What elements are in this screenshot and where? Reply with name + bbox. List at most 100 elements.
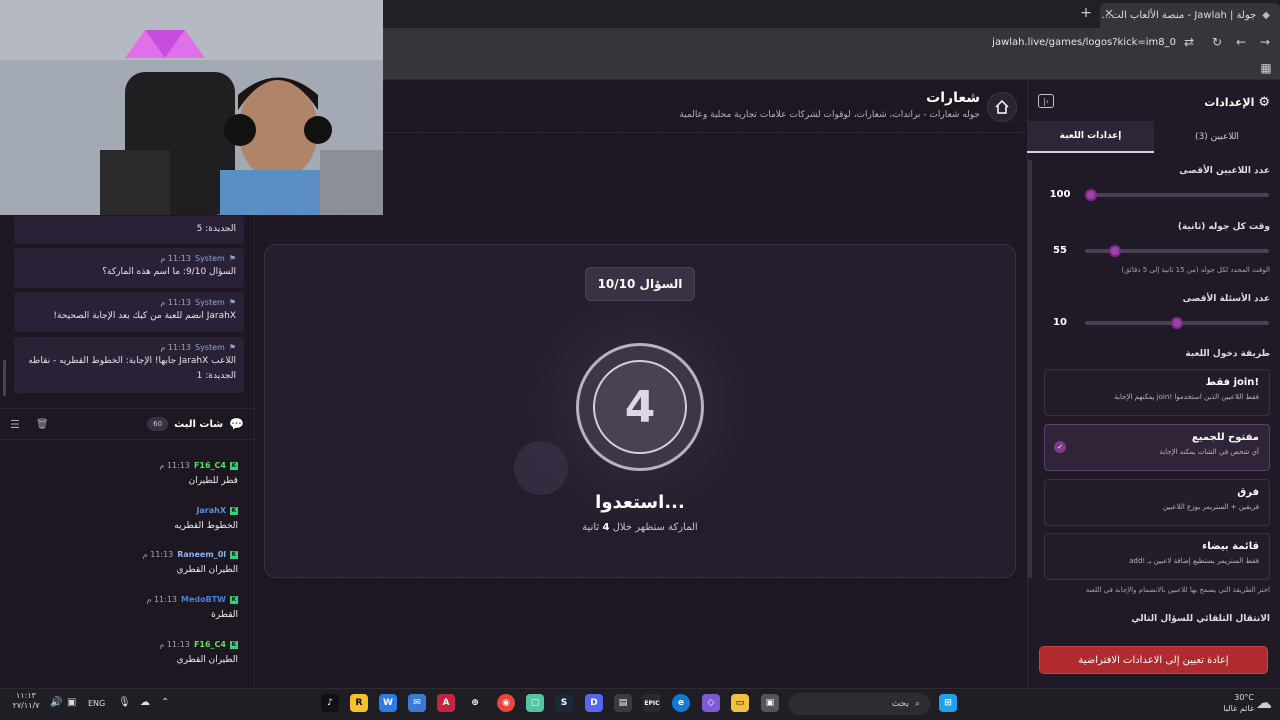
option-desc: فقط اللاعبين الذين استخدموا !join يمكنهم… [1114, 393, 1259, 401]
selected-check-icon: ✓ [1054, 441, 1066, 453]
message-time: 11:13 م [160, 298, 191, 307]
artstation-icon[interactable]: A [437, 694, 455, 712]
system-message-text: JarahX انضم للعبة من كيك بعد الإجابة الص… [53, 311, 236, 321]
trash-icon[interactable]: 🗑 [36, 419, 49, 430]
reload-icon[interactable]: ↻ [1209, 34, 1225, 50]
edge-icon[interactable]: e [672, 694, 690, 712]
app-window-icon[interactable]: ▣ [761, 694, 779, 712]
chat-message-text: الطيران القطري [176, 565, 238, 575]
chat-header: 💬 شات البث 60 🗑 ☰ [0, 408, 254, 440]
webcam-image [0, 0, 383, 215]
tab-game-settings[interactable]: إعدادات اللعبة [1027, 121, 1154, 153]
microphone-icon[interactable]: 🎙 [118, 697, 131, 708]
clock-date: ٢٧/١١/٧ [12, 701, 40, 710]
reset-defaults-button[interactable]: إعادة تعيين إلى الاعدادات الافتراضية [1039, 646, 1268, 674]
language-indicator[interactable]: ENG [88, 699, 105, 708]
chrome-icon[interactable]: ◉ [497, 694, 515, 712]
taskbar-search[interactable]: ⌕ بحث [788, 693, 930, 715]
home-button[interactable] [987, 92, 1017, 122]
chat-bubble-icon: 💬 [229, 417, 244, 431]
chat-count-badge: 60 [147, 417, 169, 431]
appear-seconds: 4 [602, 522, 610, 533]
collapse-panel-icon[interactable]: |› [1038, 94, 1054, 108]
max-questions-slider-thumb[interactable] [1171, 317, 1183, 329]
countdown-ring: 4 [576, 343, 704, 471]
store-icon[interactable]: ▤ [614, 694, 632, 712]
epic-icon[interactable]: EPIC [643, 694, 661, 712]
cloud-icon[interactable]: ☁ [140, 697, 150, 708]
chat-username[interactable]: F16_C4 [194, 461, 226, 470]
question-counter: السؤال 10/10 [585, 267, 695, 301]
chat-username[interactable]: F16_C4 [194, 640, 226, 649]
system-message: ⚑ System 11:13 م JarahX انضم للعبة من كيك … [14, 292, 244, 332]
system-icon: ⚑ [228, 343, 236, 352]
address-bar[interactable]: jawlah.live/games/logos?kick=im8_0 [390, 31, 1200, 53]
system-message-text: السؤال 9/10: ما اسم هذه الماركة؟ [102, 267, 236, 277]
home-icon [995, 99, 1009, 114]
clock[interactable]: ١١:١٣ ٢٧/١١/٧ [6, 691, 46, 711]
chat-message-text: الطيران القطري [176, 655, 238, 665]
clock-time: ١١:١٣ [16, 691, 36, 700]
entry-option-teams[interactable]: فرق فريقين + الستريمر يوزع اللاعبين [1044, 479, 1270, 526]
chat-message-text: قطر للطيران [188, 476, 238, 486]
list-icon[interactable]: ☰ [10, 418, 20, 431]
tiktok-icon[interactable]: ♪ [321, 694, 339, 712]
settings-title-text: الإعدادات [1204, 95, 1255, 109]
message-time: 11:13 م [160, 254, 191, 263]
page-title: شعارات [926, 90, 980, 106]
entry-option-whitelist[interactable]: قائمة بيضاء فقط الستريمر يستطيع إضافة لا… [1044, 533, 1270, 580]
option-desc: فقط الستريمر يستطيع إضافة لاعبين بـ !add [1129, 557, 1259, 565]
chat-username[interactable]: MedoBTW [181, 595, 226, 604]
entry-option-join-only[interactable]: !join فقط فقط اللاعبين الذين استخدموا !j… [1044, 369, 1270, 416]
chat-scrollbar[interactable] [3, 360, 6, 396]
entry-option-open[interactable]: مفتوح للجميع أي شخص في الشات يمكنه الإجا… [1044, 424, 1270, 471]
site-settings-icon[interactable]: ⇄ [1181, 34, 1197, 50]
system-sender: System [194, 254, 225, 263]
option-title: قائمة بيضاء [1202, 541, 1259, 552]
network-icon[interactable]: ▣ [67, 697, 76, 708]
kick-icon: K [230, 595, 238, 604]
browser-tab[interactable]: ◆ جولة | Jawlah - منصة الألعاب الت... [1100, 3, 1280, 28]
kick-icon: K [230, 550, 238, 559]
system-message: ⚑ System 11:13 م اللاعب JarahX جابها! الإج… [14, 337, 244, 393]
webcam-overlay [0, 0, 383, 215]
volume-icon[interactable]: 🔊 [50, 697, 62, 708]
tab-players[interactable]: اللاعبين (3) [1154, 121, 1280, 153]
weather-temp: 30°C [1234, 693, 1254, 702]
system-message: الجديدة: 5 [14, 216, 244, 244]
weather-desc: غائم غالبا [1223, 704, 1254, 713]
system-message: ⚑ System 11:13 م السؤال 9/10: ما اسم هذه ا… [14, 248, 244, 288]
m365-icon[interactable]: ◇ [702, 694, 720, 712]
steamtool-icon[interactable]: ⊕ [466, 694, 484, 712]
forward-icon[interactable]: ← [1233, 34, 1249, 50]
settings-scrollbar[interactable] [1028, 160, 1032, 578]
weather-widget[interactable]: 30°C غائم غالبا [1198, 692, 1254, 714]
discord-icon[interactable]: D [585, 694, 603, 712]
windows-start-icon[interactable]: ⊞ [939, 694, 957, 712]
chat-username[interactable]: Raneem_0l [177, 550, 226, 559]
system-message-text: اللاعب JarahX جابها! الإجابة: الخطوط الق… [28, 356, 236, 381]
max-players-slider[interactable] [1085, 193, 1269, 197]
wordapp-icon[interactable]: W [379, 694, 397, 712]
chevron-up-icon[interactable]: ⌃ [161, 697, 169, 708]
mail-icon[interactable]: ✉ [408, 694, 426, 712]
search-icon: ⌕ [914, 699, 920, 709]
steam-icon[interactable]: S [555, 694, 573, 712]
search-placeholder: بحث [891, 699, 909, 709]
app-icon[interactable]: ▢ [526, 694, 544, 712]
option-desc: أي شخص في الشات يمكنه الإجابة [1159, 448, 1259, 456]
folder-icon[interactable]: ▭ [731, 694, 749, 712]
close-tab-icon[interactable]: ✕ [1102, 6, 1116, 20]
page-subtitle: جوله شعارات - براندات، شعارات، لوقوات لش… [679, 110, 980, 120]
appear-timer-text: الماركة ستظهر خلال 4 ثانية [520, 522, 760, 533]
chat-username[interactable]: JarahX [196, 506, 226, 515]
max-players-slider-thumb[interactable] [1085, 189, 1097, 201]
weather-cloud-icon: ☁ [1256, 693, 1272, 712]
round-time-slider-thumb[interactable] [1109, 245, 1122, 257]
round-time-value: 55 [1053, 245, 1067, 256]
rockstar-icon[interactable]: R [350, 694, 368, 712]
new-tab-button[interactable]: + [1078, 5, 1094, 21]
kick-icon: K [230, 506, 238, 515]
back-icon[interactable]: → [1257, 34, 1273, 50]
apps-grid-icon[interactable]: ▦ [1258, 60, 1274, 76]
